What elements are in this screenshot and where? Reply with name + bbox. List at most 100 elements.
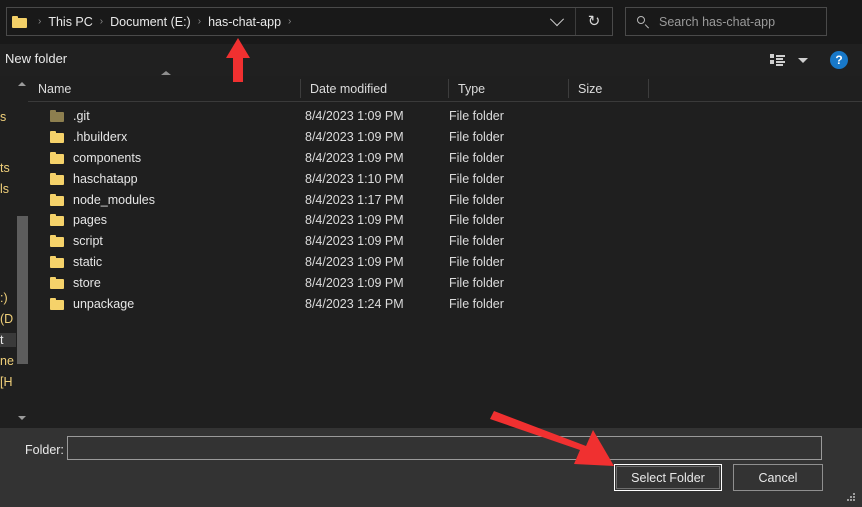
view-tools: ?: [766, 50, 848, 70]
select-folder-button-label: Select Folder: [616, 466, 720, 489]
breadcrumb-separator-2: ›: [197, 16, 202, 27]
file-date-modified: 8/4/2023 1:09 PM: [305, 150, 404, 165]
table-row[interactable]: unpackage 8/4/2023 1:24 PM File folder: [28, 293, 862, 314]
chevron-down-icon[interactable]: [798, 57, 808, 63]
view-layout-icon[interactable]: [766, 50, 788, 70]
breadcrumb-separator-1: ›: [99, 16, 104, 27]
file-date-modified: 8/4/2023 1:09 PM: [305, 109, 404, 124]
file-name: pages: [73, 213, 108, 228]
nav-fragment[interactable]: :): [0, 291, 8, 305]
nav-fragment[interactable]: [H: [0, 375, 13, 389]
select-folder-button[interactable]: Select Folder: [614, 464, 722, 491]
nav-fragment[interactable]: ne: [0, 354, 14, 368]
file-date-modified: 8/4/2023 1:09 PM: [305, 234, 404, 249]
file-list-rows: .git 8/4/2023 1:09 PM File folder .hbuil…: [28, 102, 862, 425]
folder-icon: [50, 255, 64, 268]
nav-fragment-selected[interactable]: t: [0, 333, 16, 347]
address-history-button[interactable]: [539, 8, 575, 35]
file-date-modified: 8/4/2023 1:17 PM: [305, 192, 404, 207]
select-folder-dialog: › This PC › Document (E:) › has-chat-app…: [0, 0, 862, 507]
file-date-modified: 8/4/2023 1:09 PM: [305, 130, 404, 145]
navigation-pane-clipped: s ts ls :) (D t ne [H: [0, 76, 16, 425]
file-date-modified: 8/4/2023 1:10 PM: [305, 171, 404, 186]
chevron-down-icon: [549, 11, 565, 26]
column-header-date-modified-label: Date modified: [310, 81, 388, 96]
scroll-up-arrow-icon[interactable]: [16, 76, 28, 91]
search-input[interactable]: Search has-chat-app: [659, 15, 775, 29]
folder-label: Folder:: [25, 443, 64, 457]
sort-ascending-icon: [161, 71, 171, 75]
nav-fragment[interactable]: s: [0, 110, 6, 124]
table-row[interactable]: static 8/4/2023 1:09 PM File folder: [28, 252, 862, 273]
column-header-date-modified[interactable]: Date modified: [300, 76, 448, 101]
folder-icon: [12, 15, 27, 28]
file-list-panel: Name Date modified Type Size .git 8/4/20…: [28, 71, 862, 425]
scrollbar-thumb[interactable]: [17, 216, 28, 364]
file-name: script: [73, 234, 103, 249]
file-date-modified: 8/4/2023 1:09 PM: [305, 254, 404, 269]
vertical-scrollbar[interactable]: [16, 76, 28, 425]
file-type: File folder: [449, 109, 504, 124]
file-name: static: [73, 254, 103, 269]
breadcrumb-separator-3: ›: [288, 16, 292, 27]
folder-icon: [50, 172, 64, 185]
folder-icon: [50, 276, 64, 289]
file-type: File folder: [449, 254, 504, 269]
help-icon[interactable]: ?: [830, 51, 848, 69]
column-header-name[interactable]: Name: [28, 76, 300, 101]
file-date-modified: 8/4/2023 1:24 PM: [305, 296, 404, 311]
table-row[interactable]: pages 8/4/2023 1:09 PM File folder: [28, 210, 862, 231]
resize-grip-icon[interactable]: [847, 493, 856, 502]
file-name: .hbuilderx: [73, 130, 128, 145]
file-name: unpackage: [73, 296, 135, 311]
folder-icon: [50, 131, 64, 144]
breadcrumb[interactable]: › This PC › Document (E:) › has-chat-app…: [7, 8, 539, 35]
column-header-type[interactable]: Type: [448, 76, 568, 101]
column-divider[interactable]: [648, 79, 649, 98]
file-name: .git: [73, 109, 90, 124]
table-row[interactable]: .hbuilderx 8/4/2023 1:09 PM File folder: [28, 127, 862, 148]
breadcrumb-item-has-chat-app[interactable]: has-chat-app: [207, 15, 282, 29]
refresh-button[interactable]: ↻: [576, 8, 612, 35]
breadcrumb-item-document-e[interactable]: Document (E:): [109, 15, 192, 29]
file-type: File folder: [449, 213, 504, 228]
column-header-name-label: Name: [38, 81, 72, 96]
search-box[interactable]: Search has-chat-app: [625, 7, 827, 36]
search-icon: [636, 15, 650, 29]
file-type: File folder: [449, 234, 504, 249]
nav-fragment[interactable]: (D: [0, 312, 13, 326]
folder-icon: [50, 297, 64, 310]
nav-fragment[interactable]: ts: [0, 161, 10, 175]
file-name: components: [73, 150, 142, 165]
file-name: haschatapp: [73, 171, 138, 186]
address-bar[interactable]: › This PC › Document (E:) › has-chat-app…: [6, 7, 613, 36]
file-name: store: [73, 275, 101, 290]
cancel-button[interactable]: Cancel: [733, 464, 823, 491]
folder-icon-hidden: [50, 110, 64, 123]
column-header-type-label: Type: [458, 81, 486, 96]
nav-fragment[interactable]: ls: [0, 182, 9, 196]
folder-input[interactable]: [67, 436, 822, 460]
breadcrumb-item-this-pc[interactable]: This PC: [47, 15, 93, 29]
file-type: File folder: [449, 150, 504, 165]
column-header-size-label: Size: [578, 81, 603, 96]
table-row[interactable]: .git 8/4/2023 1:09 PM File folder: [28, 106, 862, 127]
file-type: File folder: [449, 192, 504, 207]
table-row[interactable]: script 8/4/2023 1:09 PM File folder: [28, 231, 862, 252]
table-row[interactable]: node_modules 8/4/2023 1:17 PM File folde…: [28, 189, 862, 210]
column-header-size[interactable]: Size: [568, 76, 648, 101]
folder-icon: [50, 214, 64, 227]
table-row[interactable]: haschatapp 8/4/2023 1:10 PM File folder: [28, 168, 862, 189]
folder-icon: [50, 235, 64, 248]
new-folder-button[interactable]: New folder: [5, 51, 67, 66]
file-type: File folder: [449, 171, 504, 186]
command-bar: New folder ?: [0, 44, 862, 76]
file-type: File folder: [449, 275, 504, 290]
refresh-icon: ↻: [587, 13, 601, 30]
file-name: node_modules: [73, 192, 156, 207]
table-row[interactable]: components 8/4/2023 1:09 PM File folder: [28, 148, 862, 169]
table-row[interactable]: store 8/4/2023 1:09 PM File folder: [28, 272, 862, 293]
folder-icon: [50, 193, 64, 206]
folder-icon: [50, 151, 64, 164]
scroll-down-arrow-icon[interactable]: [16, 410, 28, 425]
